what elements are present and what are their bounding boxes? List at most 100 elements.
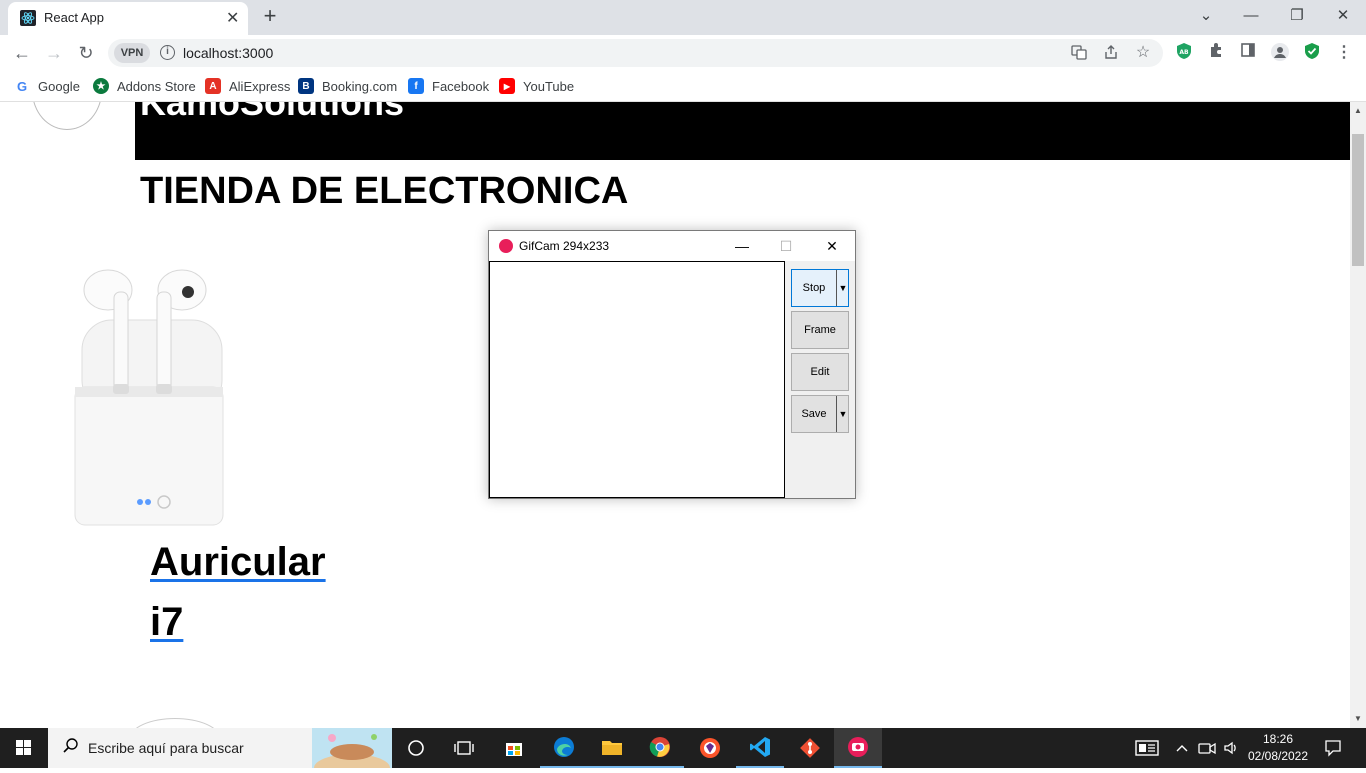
bookmark-addons-store[interactable]: ★ Addons Store [93,76,196,96]
share-icon[interactable] [1102,44,1120,62]
bookmark-aliexpress[interactable]: A AliExpress [205,76,290,96]
gifcam-window: GifCam 294x233 — ☐ ✕ Stop ▼ Frame Edit S… [488,230,856,499]
aliexpress-icon: A [205,78,221,94]
save-button[interactable]: Save ▼ [791,395,849,433]
git-icon[interactable] [786,728,834,768]
tab-close-icon[interactable]: ✕ [226,8,239,28]
browser-toolbar: ← → ↻ VPN i localhost:3000 ☆ AB ⋮ [0,35,1366,71]
speaker-icon[interactable] [1220,728,1242,768]
side-panel-icon[interactable] [1237,42,1259,64]
bookmark-label: Facebook [432,78,490,94]
gifcam-taskbar-icon[interactable] [834,728,882,768]
reload-button[interactable]: ↻ [74,41,98,65]
brand-name: KamoSolutions [140,102,405,123]
browser-titlebar: React App ✕ + ⌄ — ❐ ✕ [0,0,1366,35]
task-view-icon[interactable] [440,728,488,768]
news-widget-icon[interactable] [1130,728,1164,768]
minimize-button[interactable]: — [1228,4,1274,28]
show-hidden-icons-icon[interactable] [1172,728,1192,768]
notifications-icon[interactable] [1316,728,1350,768]
edge-browser-icon[interactable] [540,728,588,768]
url-text[interactable]: localhost:3000 [183,45,273,61]
start-button[interactable] [0,728,48,768]
product-name-link[interactable]: Auricular i7 [150,532,326,652]
addons-store-icon: ★ [93,78,109,94]
scroll-up-arrow-icon[interactable]: ▲ [1350,102,1366,120]
bookmark-label: Google [38,78,80,94]
gifcam-maximize-button[interactable]: ☐ [771,235,801,257]
bookmark-star-icon[interactable]: ☆ [1134,44,1152,62]
restore-button[interactable]: ❐ [1274,4,1320,28]
clock-time: 18:26 [1262,732,1294,746]
edit-button[interactable]: Edit [791,353,849,391]
save-dropdown-icon[interactable]: ▼ [836,396,849,432]
google-icon: G [14,78,30,94]
react-icon [20,10,36,26]
cortana-icon[interactable] [392,728,440,768]
stop-button[interactable]: Stop ▼ [791,269,849,307]
clock-date: 02/08/2022 [1247,749,1309,763]
product-image[interactable] [70,262,230,527]
bookmark-youtube[interactable]: ▶ YouTube [499,76,574,96]
new-tab-button[interactable]: + [258,3,282,29]
frame-button[interactable]: Frame [791,311,849,349]
extensions-puzzle-icon[interactable] [1205,42,1227,64]
microsoft-store-icon[interactable] [490,728,538,768]
bookmarks-bar: G Google ★ Addons Store A AliExpress B B… [0,71,1366,102]
stop-button-label: Stop [802,282,826,294]
bookmark-label: AliExpress [229,78,291,94]
gifcam-minimize-button[interactable]: — [727,235,757,257]
product-name-line2[interactable]: i7 [150,592,326,652]
gifcam-titlebar[interactable]: GifCam 294x233 — ☐ ✕ [489,231,855,261]
file-explorer-icon[interactable] [588,728,636,768]
site-info-icon[interactable]: i [160,45,175,60]
product-name-line1[interactable]: Auricular [150,532,326,592]
save-button-label: Save [801,408,827,420]
stop-dropdown-icon[interactable]: ▼ [836,270,849,306]
gifcam-app-icon [499,239,513,253]
adblock-icon[interactable]: AB [1173,42,1195,64]
windows-logo-icon [16,740,31,755]
meet-now-icon[interactable] [1196,728,1218,768]
chrome-icon[interactable] [636,728,684,768]
bookmark-label: Addons Store [117,78,196,94]
browser-menu-icon[interactable]: ⋮ [1333,42,1355,64]
page-title: TIENDA DE ELECTRONICA [140,170,629,212]
forward-button[interactable]: → [42,41,66,65]
browser-tab[interactable]: React App ✕ [8,2,248,35]
tab-search-chevron-icon[interactable]: ⌄ [1183,4,1229,28]
search-highlight-illustration [312,728,392,768]
bookmark-facebook[interactable]: f Facebook [408,76,489,96]
profile-avatar-icon[interactable] [1269,42,1291,64]
vpn-badge[interactable]: VPN [114,43,150,63]
taskbar-search-box[interactable]: Escribe aquí para buscar [48,728,392,768]
system-clock[interactable]: 18:26 02/08/2022 [1246,731,1310,765]
search-icon [62,737,80,760]
windows-taskbar: Escribe aquí para buscar 18:26 02/08/202… [0,728,1366,768]
search-placeholder: Escribe aquí para buscar [88,740,244,756]
bookmark-booking[interactable]: B Booking.com [298,76,397,96]
back-button[interactable]: ← [10,41,34,65]
booking-icon: B [298,78,314,94]
close-window-button[interactable]: ✕ [1320,4,1366,28]
bookmark-google[interactable]: G Google [14,76,80,96]
scroll-thumb[interactable] [1352,134,1364,266]
translate-icon[interactable] [1070,44,1088,62]
gifcam-title: GifCam 294x233 [519,239,610,253]
page-scrollbar[interactable]: ▲ ▼ [1350,102,1366,728]
vscode-icon[interactable] [736,728,784,768]
bookmark-label: Booking.com [322,78,398,94]
facebook-icon: f [408,78,424,94]
youtube-icon: ▶ [499,78,515,94]
scroll-down-arrow-icon[interactable]: ▼ [1350,710,1366,728]
address-bar[interactable]: VPN i localhost:3000 ☆ [108,39,1163,67]
svg-text:AB: AB [1179,49,1189,56]
security-shield-icon[interactable] [1301,42,1323,64]
site-logo[interactable] [32,102,102,130]
next-product-image[interactable] [130,718,220,728]
gifcam-capture-area[interactable] [489,261,785,498]
brave-browser-icon[interactable] [686,728,734,768]
gifcam-close-button[interactable]: ✕ [817,235,847,257]
bookmark-label: YouTube [523,78,575,94]
tab-title: React App [44,10,104,25]
